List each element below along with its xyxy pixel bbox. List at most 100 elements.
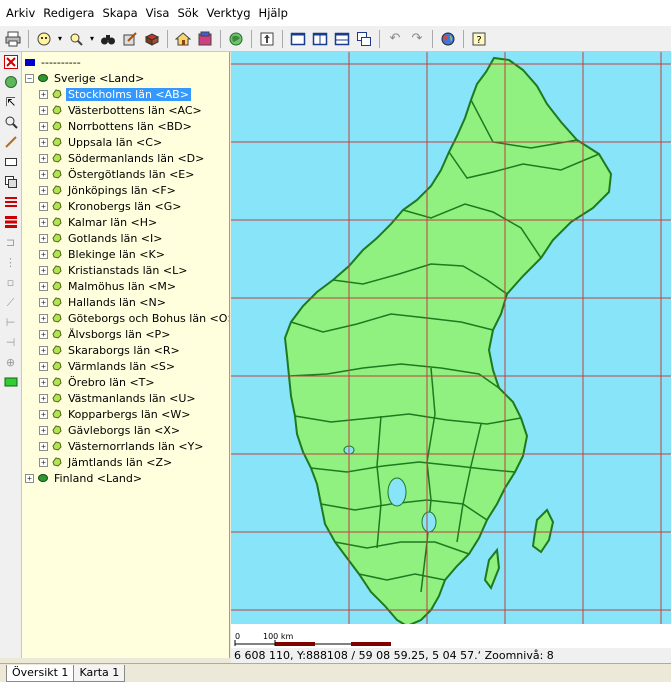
expand-icon[interactable]: +: [39, 169, 48, 179]
tree-node-county[interactable]: + Kalmar län <H>: [22, 214, 229, 230]
expand-icon[interactable]: +: [39, 345, 48, 355]
table-red-bold-icon[interactable]: [3, 214, 19, 230]
expand-icon[interactable]: +: [39, 281, 48, 291]
expand-icon[interactable]: +: [39, 297, 48, 307]
binoculars-icon[interactable]: [98, 29, 118, 49]
tree-node-sverige[interactable]: − Sverige <Land>: [22, 70, 229, 86]
expand-icon[interactable]: +: [39, 313, 48, 323]
tree-node-county[interactable]: + Örebro län <T>: [22, 374, 229, 390]
edit-icon[interactable]: [120, 29, 140, 49]
split-horizontal-icon[interactable]: [332, 29, 352, 49]
tree-root[interactable]: ----------: [22, 54, 229, 70]
connect-icon[interactable]: ⊐: [3, 234, 19, 250]
map-canvas[interactable]: 0 100 km: [231, 52, 671, 648]
world-icon[interactable]: [438, 29, 458, 49]
printer-icon[interactable]: [3, 29, 23, 49]
tree-node-county[interactable]: + Värmlands län <S>: [22, 358, 229, 374]
node-icon[interactable]: ▫: [3, 274, 19, 290]
move-icon[interactable]: ⊕: [3, 354, 19, 370]
tree-node-county[interactable]: + Kristianstads län <L>: [22, 262, 229, 278]
grid-icon[interactable]: ⋮: [3, 254, 19, 270]
tree-node-county[interactable]: + Jönköpings län <F>: [22, 182, 229, 198]
tree-node-county[interactable]: + Södermanlands län <D>: [22, 150, 229, 166]
expand-icon[interactable]: +: [39, 137, 48, 147]
menu-hjalp[interactable]: Hjälp: [257, 6, 290, 20]
tree-node-county[interactable]: + Hallands län <N>: [22, 294, 229, 310]
expand-icon[interactable]: +: [39, 265, 48, 275]
globe-icon[interactable]: [226, 29, 246, 49]
expand-icon[interactable]: +: [39, 457, 48, 467]
menu-skapa[interactable]: Skapa: [100, 6, 139, 20]
merge-line-icon[interactable]: ⊣: [3, 334, 19, 350]
expand-icon[interactable]: +: [39, 233, 48, 243]
expand-icon[interactable]: +: [39, 201, 48, 211]
expand-icon[interactable]: +: [39, 393, 48, 403]
expand-icon[interactable]: +: [39, 377, 48, 387]
tree-node-county[interactable]: + Östergötlands län <E>: [22, 166, 229, 182]
tree-node-county[interactable]: + Älvsborgs län <P>: [22, 326, 229, 342]
expand-icon[interactable]: +: [39, 105, 48, 115]
find-tool-icon[interactable]: [66, 29, 86, 49]
redo-icon[interactable]: ↷: [407, 29, 427, 49]
menu-visa[interactable]: Visa: [144, 6, 172, 20]
tree-node-finland[interactable]: + Finland <Land>: [22, 470, 229, 486]
expand-icon[interactable]: +: [39, 329, 48, 339]
dropdown-arrow-icon[interactable]: ▾: [88, 29, 96, 49]
tree-node-county[interactable]: + Göteborgs och Bohus län <O>: [22, 310, 229, 326]
expand-icon[interactable]: +: [25, 473, 34, 483]
close-layer-icon[interactable]: [3, 54, 19, 70]
expand-icon[interactable]: +: [39, 185, 48, 195]
table-red-icon[interactable]: [3, 194, 19, 210]
tree-node-county[interactable]: + Västernorrlands län <Y>: [22, 438, 229, 454]
green-fill-icon[interactable]: [3, 374, 19, 390]
dropdown-arrow-icon[interactable]: ▾: [56, 29, 64, 49]
tree-node-county[interactable]: + Blekinge län <K>: [22, 246, 229, 262]
tree-node-county[interactable]: + Norrbottens län <BD>: [22, 118, 229, 134]
menu-sok[interactable]: Sök: [175, 6, 200, 20]
copy-icon[interactable]: [3, 174, 19, 190]
collapse-icon[interactable]: −: [25, 73, 34, 83]
map-view[interactable]: 0 100 km: [231, 52, 671, 648]
expand-icon[interactable]: +: [39, 217, 48, 227]
menu-arkiv[interactable]: Arkiv: [4, 6, 37, 20]
tree-node-county[interactable]: + Jämtlands län <Z>: [22, 454, 229, 470]
help-icon[interactable]: ?: [469, 29, 489, 49]
tree-node-county[interactable]: + Kopparbergs län <W>: [22, 406, 229, 422]
tab-karta[interactable]: Karta 1: [73, 665, 126, 682]
tree-node-county[interactable]: + Malmöhus län <M>: [22, 278, 229, 294]
tree-node-county[interactable]: + Kronobergs län <G>: [22, 198, 229, 214]
pointer-icon[interactable]: ⇱: [3, 94, 19, 110]
menu-verktyg[interactable]: Verktyg: [204, 6, 252, 20]
home-icon[interactable]: [173, 29, 193, 49]
tree-node-county[interactable]: + Skaraborgs län <R>: [22, 342, 229, 358]
expand-icon[interactable]: +: [39, 425, 48, 435]
tree-node-county[interactable]: + Uppsala län <C>: [22, 134, 229, 150]
tree-node-county[interactable]: + Gävleborgs län <X>: [22, 422, 229, 438]
export-icon[interactable]: [257, 29, 277, 49]
pencil-icon[interactable]: [3, 134, 19, 150]
globe-tool-icon[interactable]: [3, 74, 19, 90]
single-window-icon[interactable]: [288, 29, 308, 49]
tree-node-county[interactable]: + Stockholms län <AB>: [22, 86, 229, 102]
tab-oversikt[interactable]: Översikt 1: [6, 665, 75, 682]
tree-node-county[interactable]: + Västerbottens län <AC>: [22, 102, 229, 118]
expand-icon[interactable]: +: [39, 441, 48, 451]
tree-node-county[interactable]: + Gotlands län <I>: [22, 230, 229, 246]
book-icon[interactable]: [142, 29, 162, 49]
expand-icon[interactable]: +: [39, 249, 48, 259]
split-line-icon[interactable]: ⊢: [3, 314, 19, 330]
cascade-windows-icon[interactable]: [354, 29, 374, 49]
split-vertical-icon[interactable]: [310, 29, 330, 49]
line-edit-icon[interactable]: ⟋: [3, 294, 19, 310]
expand-icon[interactable]: +: [39, 409, 48, 419]
tree-node-county[interactable]: + Västmanlands län <U>: [22, 390, 229, 406]
frame-icon[interactable]: [3, 154, 19, 170]
expand-icon[interactable]: +: [39, 361, 48, 371]
expand-icon[interactable]: +: [39, 121, 48, 131]
expand-icon[interactable]: +: [39, 153, 48, 163]
undo-icon[interactable]: ↶: [385, 29, 405, 49]
menu-redigera[interactable]: Redigera: [41, 6, 96, 20]
zoom-icon[interactable]: [3, 114, 19, 130]
select-tool-icon[interactable]: [34, 29, 54, 49]
expand-icon[interactable]: +: [39, 89, 48, 99]
